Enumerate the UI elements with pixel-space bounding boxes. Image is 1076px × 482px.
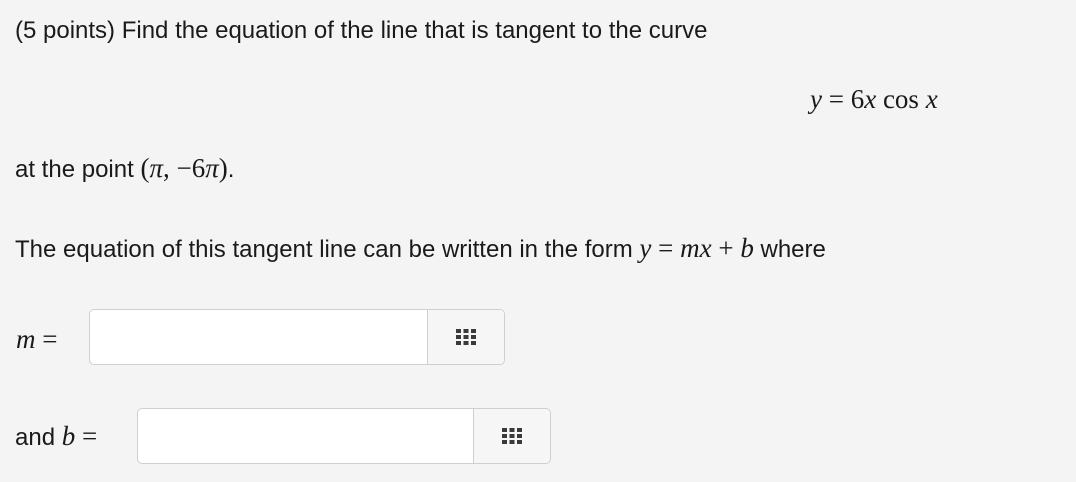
m-label: m = (16, 324, 58, 354)
line-form-equation: y = mx + b (639, 233, 754, 263)
m-input[interactable] (90, 310, 427, 364)
m-answer-field[interactable] (89, 309, 505, 365)
b-answer-field[interactable] (137, 408, 551, 464)
grid-icon (502, 428, 522, 444)
point-coordinates: (π, −6π) (140, 153, 228, 183)
point-statement: at the point (π, −6π). (15, 153, 235, 183)
curve-equation: y = 6x cos x (810, 84, 938, 114)
b-matrix-button[interactable] (473, 409, 550, 463)
b-input[interactable] (138, 409, 473, 463)
m-matrix-button[interactable] (427, 310, 504, 364)
grid-icon (456, 329, 476, 345)
question-intro: (5 points) Find the equation of the line… (15, 17, 708, 44)
form-statement: The equation of this tangent line can be… (15, 233, 826, 263)
b-label: and b = (15, 421, 98, 451)
